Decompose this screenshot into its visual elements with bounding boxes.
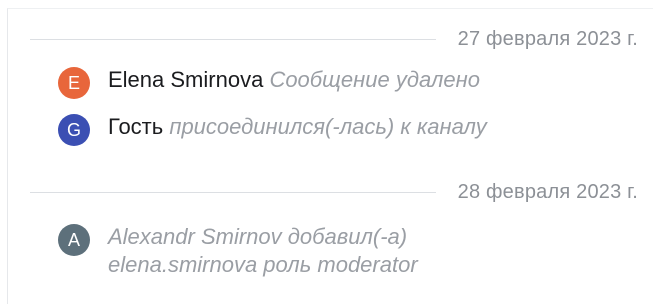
event-text: Elena Smirnova Сообщение удалено [108, 66, 480, 94]
user-name[interactable]: Elena Smirnova [108, 67, 263, 92]
date-separator: 27 февраля 2023 г. [30, 24, 638, 54]
system-event-role-added: A Alexandr Smirnov добавил(-а) elena.smi… [58, 223, 418, 279]
event-text: Alexandr Smirnov добавил(-а) elena.smirn… [108, 223, 418, 279]
avatar-letter: A [67, 229, 80, 250]
system-event-joined: G Гость присоединился(-лась) к каналу [58, 113, 487, 146]
user-name[interactable]: Гость [108, 114, 163, 139]
event-text-line: elena.smirnova роль moderator [108, 252, 418, 277]
date-label: 28 февраля 2023 г. [457, 180, 638, 203]
avatar[interactable]: G [58, 114, 90, 146]
system-event-message-deleted: E Elena Smirnova Сообщение удалено [58, 66, 480, 99]
event-action: Сообщение удалено [269, 67, 480, 92]
avatar-letter: G [66, 119, 81, 140]
date-label: 27 февраля 2023 г. [457, 27, 638, 50]
date-separator: 28 февраля 2023 г. [30, 177, 638, 207]
avatar-letter: E [67, 72, 80, 93]
avatar[interactable]: A [58, 224, 90, 256]
separator-line [30, 38, 436, 40]
event-text-line: Alexandr Smirnov добавил(-а) [108, 224, 408, 249]
event-text: Гость присоединился(-лась) к каналу [108, 113, 487, 141]
avatar[interactable]: E [58, 67, 90, 99]
separator-line [30, 191, 436, 193]
event-action: присоединился(-лась) к каналу [169, 114, 487, 139]
